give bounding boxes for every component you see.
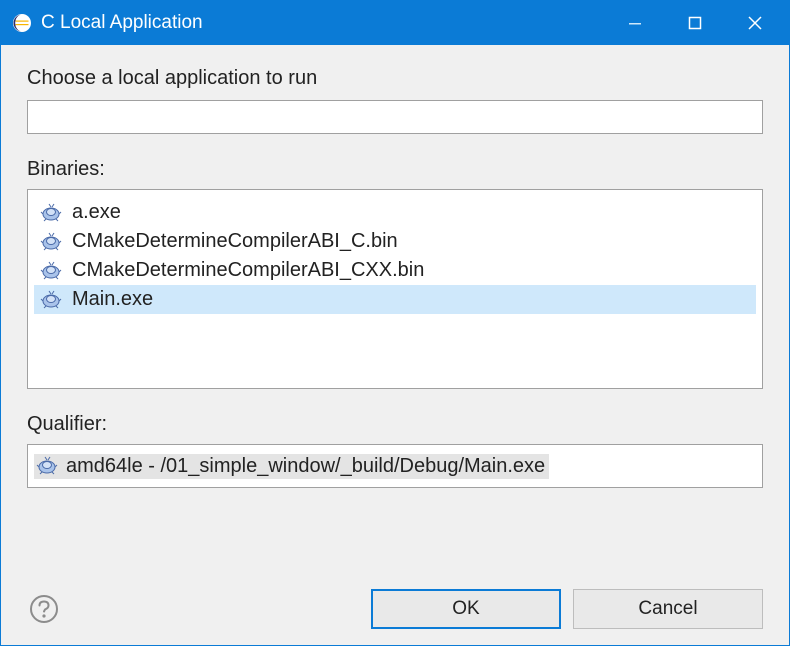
list-item-label: CMakeDetermineCompilerABI_CXX.bin xyxy=(72,259,424,282)
list-item[interactable]: a.exe xyxy=(34,198,756,227)
eclipse-icon xyxy=(11,12,33,34)
list-item[interactable]: Main.exe xyxy=(34,285,756,314)
qualifier-list[interactable]: amd64le - /01_simple_window/_build/Debug… xyxy=(27,444,763,488)
binary-icon xyxy=(40,260,62,282)
cancel-button[interactable]: Cancel xyxy=(573,589,763,629)
list-item-label: CMakeDetermineCompilerABI_C.bin xyxy=(72,230,398,253)
dialog-footer: OK Cancel xyxy=(27,571,763,629)
titlebar[interactable]: C Local Application xyxy=(1,1,789,45)
qualifier-text: amd64le - /01_simple_window/_build/Debug… xyxy=(66,455,545,478)
dialog-window: C Local Application Choose a local appli… xyxy=(0,0,790,646)
list-item[interactable]: CMakeDetermineCompilerABI_C.bin xyxy=(34,227,756,256)
binary-icon xyxy=(40,289,62,311)
ok-button[interactable]: OK xyxy=(371,589,561,629)
binary-icon xyxy=(40,202,62,224)
binary-icon xyxy=(36,455,58,477)
list-item-label: Main.exe xyxy=(72,288,153,311)
filter-input[interactable] xyxy=(27,100,763,134)
binaries-label: Binaries: xyxy=(27,158,763,181)
list-item-label: a.exe xyxy=(72,201,121,224)
help-button[interactable] xyxy=(27,592,61,626)
window-title: C Local Application xyxy=(41,12,203,34)
dialog-content: Choose a local application to run Binari… xyxy=(1,45,789,645)
minimize-button[interactable] xyxy=(605,1,665,45)
binaries-list[interactable]: a.exe CMakeDetermineCompilerABI_C.bin CMak… xyxy=(27,189,763,389)
prompt-label: Choose a local application to run xyxy=(27,67,763,90)
binary-icon xyxy=(40,231,62,253)
qualifier-item[interactable]: amd64le - /01_simple_window/_build/Debug… xyxy=(34,454,549,479)
list-item[interactable]: CMakeDetermineCompilerABI_CXX.bin xyxy=(34,256,756,285)
close-button[interactable] xyxy=(725,1,785,45)
maximize-button[interactable] xyxy=(665,1,725,45)
qualifier-label: Qualifier: xyxy=(27,413,763,436)
